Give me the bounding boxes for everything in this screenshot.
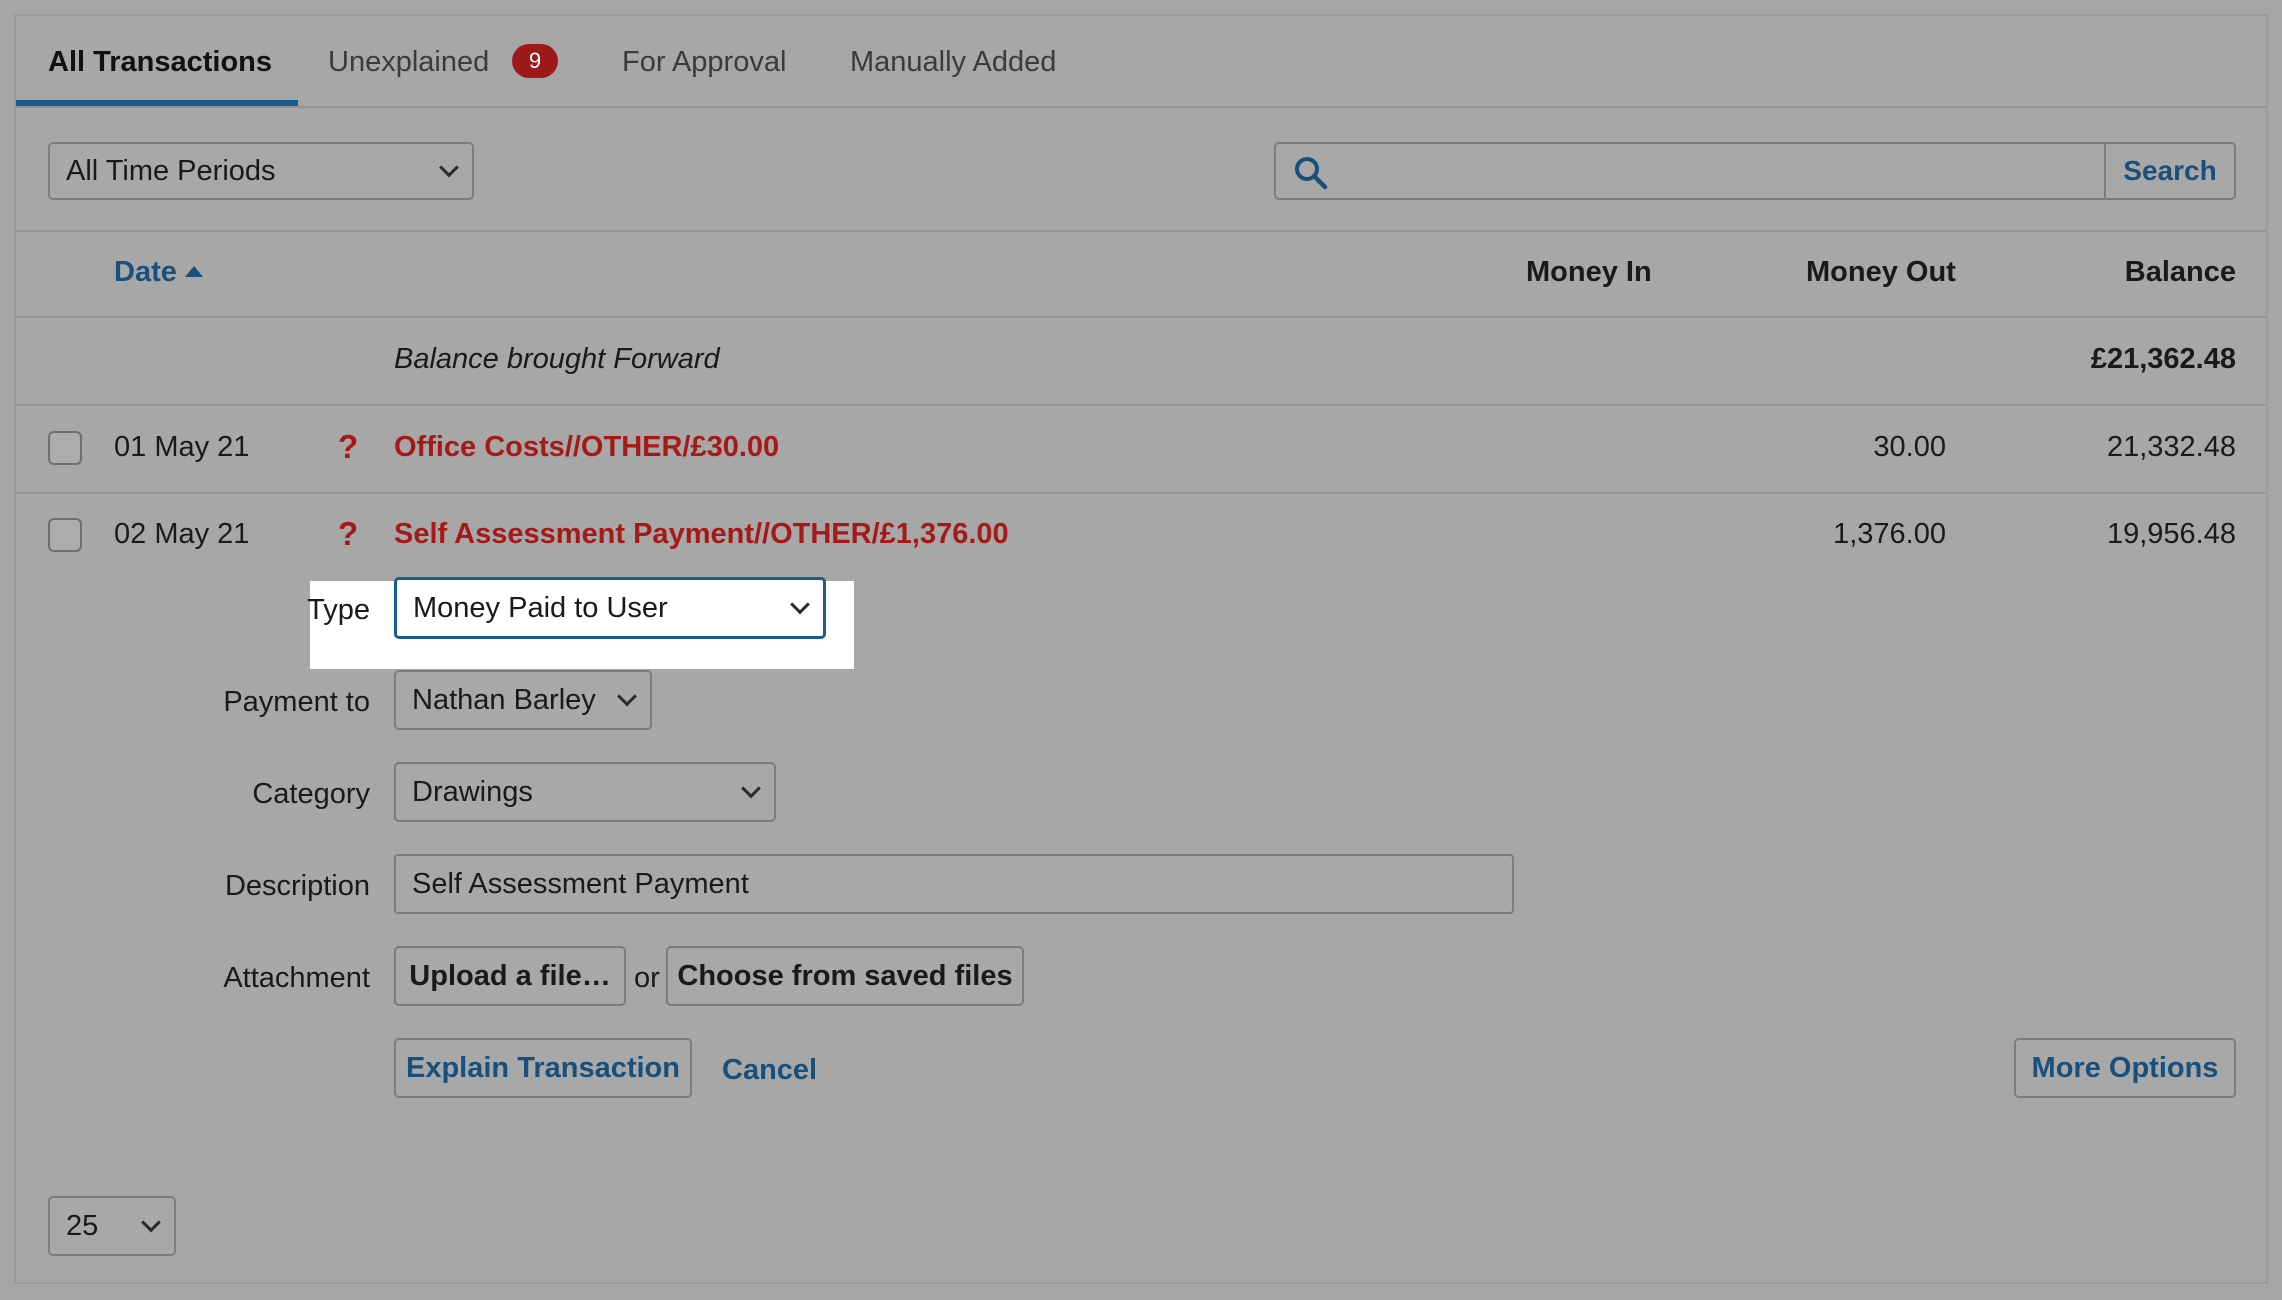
payment-to-label: Payment to xyxy=(223,686,370,718)
tab-manually-added[interactable]: Manually Added xyxy=(850,46,1056,79)
row-date: 02 May 21 xyxy=(114,518,250,550)
per-page-value: 25 xyxy=(66,1209,99,1242)
balance-forward-value: £21,362.48 xyxy=(2090,343,2236,375)
table-header: Date Money In Money Out Balance xyxy=(16,232,2266,318)
row-date: 01 May 21 xyxy=(114,431,250,463)
row-balance: 19,956.48 xyxy=(2106,518,2236,550)
row-checkbox[interactable] xyxy=(48,431,82,465)
search-input[interactable] xyxy=(1332,148,2096,196)
row-money-out: 30.00 xyxy=(1873,431,1946,463)
table-row[interactable]: 01 May 21 ? Office Costs//OTHER/£30.00 3… xyxy=(16,406,2266,494)
tab-unexplained[interactable]: Unexplained xyxy=(328,46,489,79)
money-out-column-header: Money Out xyxy=(1806,256,1956,288)
sort-ascending-icon xyxy=(184,266,203,277)
unexplained-count-badge: 9 xyxy=(512,44,558,78)
transactions-panel: All Transactions Unexplained 9 For Appro… xyxy=(14,14,2268,1284)
chevron-down-icon xyxy=(439,157,459,178)
search-box: Search xyxy=(1274,142,2236,200)
unexplained-question-icon: ? xyxy=(338,515,359,552)
tab-all-transactions[interactable]: All Transactions xyxy=(48,46,272,79)
row-checkbox[interactable] xyxy=(48,518,82,552)
type-label: Type xyxy=(307,594,370,626)
balance-column-header: Balance xyxy=(2124,256,2236,288)
time-period-value: All Time Periods xyxy=(66,154,276,187)
attachment-or-text: or xyxy=(634,962,660,994)
upload-file-button[interactable]: Upload a file… xyxy=(394,946,626,1006)
tab-for-approval[interactable]: For Approval xyxy=(622,46,786,79)
money-in-column-header: Money In xyxy=(1526,256,1652,288)
row-description[interactable]: Office Costs//OTHER/£30.00 xyxy=(394,431,779,464)
choose-saved-files-button[interactable]: Choose from saved files xyxy=(666,946,1024,1006)
category-select[interactable]: Drawings xyxy=(394,762,776,822)
explain-transaction-button[interactable]: Explain Transaction xyxy=(394,1038,692,1098)
date-column-header[interactable]: Date xyxy=(114,256,203,289)
balance-forward-row: Balance brought Forward £21,362.48 xyxy=(16,318,2266,406)
filter-bar: All Time Periods Search xyxy=(16,106,2266,232)
unexplained-question-icon: ? xyxy=(338,428,359,465)
tab-bar: All Transactions Unexplained 9 For Appro… xyxy=(16,16,2266,108)
category-label: Category xyxy=(252,778,370,810)
payment-to-value: Nathan Barley xyxy=(412,683,596,716)
category-value: Drawings xyxy=(412,775,533,808)
row-description[interactable]: Self Assessment Payment//OTHER/£1,376.00 xyxy=(394,518,1009,551)
description-label: Description xyxy=(224,870,370,902)
search-icon xyxy=(1295,157,1328,190)
row-balance: 21,332.48 xyxy=(2106,431,2236,463)
more-options-button[interactable]: More Options xyxy=(2014,1038,2236,1098)
type-value: Money Paid to User xyxy=(413,591,668,624)
time-period-select[interactable]: All Time Periods xyxy=(48,142,474,200)
per-page-select[interactable]: 25 xyxy=(48,1196,176,1256)
description-value: Self Assessment Payment xyxy=(412,867,749,900)
type-select[interactable]: Money Paid to User xyxy=(394,577,826,639)
search-button[interactable]: Search xyxy=(2104,144,2234,198)
attachment-label: Attachment xyxy=(223,962,370,994)
cancel-link[interactable]: Cancel xyxy=(722,1054,817,1087)
chevron-down-icon xyxy=(617,686,637,707)
payment-to-select[interactable]: Nathan Barley xyxy=(394,670,652,730)
chevron-down-icon xyxy=(141,1212,161,1233)
balance-forward-label: Balance brought Forward xyxy=(394,343,720,375)
row-money-out: 1,376.00 xyxy=(1833,518,1946,550)
description-field[interactable]: Self Assessment Payment xyxy=(394,854,1514,914)
chevron-down-icon xyxy=(741,778,761,799)
chevron-down-icon xyxy=(790,594,810,615)
